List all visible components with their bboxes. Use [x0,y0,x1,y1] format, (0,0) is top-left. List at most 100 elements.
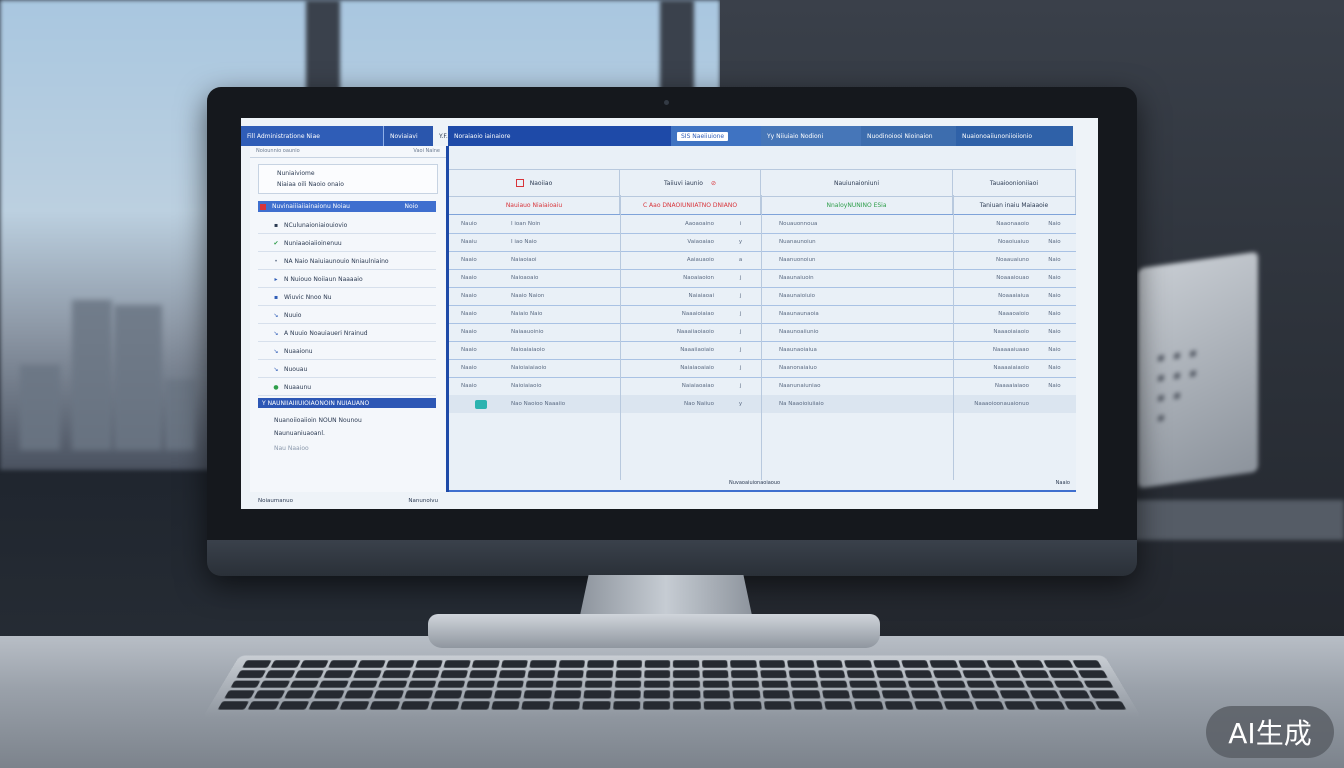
keyboard-key [759,660,786,667]
keyboard-key [761,680,788,688]
keyboard-key [242,660,272,667]
sidebar-item[interactable]: ● Nuaaunu [258,380,436,396]
table-header-row: Naoiiao Taiiuvi iaunio ⊘ Nauiunaioniuni T… [449,169,1076,197]
table-cell: Naioaoaio [507,269,620,287]
sidebar-item[interactable]: ▸ N Nuiouo Noiiaun Naaaaio [258,272,436,288]
keyboard-key [278,701,309,709]
column-header[interactable]: Naoiiao [449,170,620,196]
arrow-icon: ↘ [272,313,280,319]
keyboard-key [674,701,701,709]
keyboard-key [400,701,430,709]
sidebar-toolbar-right[interactable]: Vaoi Naine [413,148,440,157]
keyboard-key [673,691,700,699]
table-row[interactable]: Nauio I ioan Noin Aaoaoaino i Nouauonnoua Naa… [449,215,1076,234]
keyboard-key [875,670,903,678]
tab-c[interactable]: Y.F. [433,126,448,146]
sidebar-item[interactable]: ↘ Nuouau [258,362,436,378]
menu-item-1[interactable]: Yy Niiuiaio Nodioni [761,126,861,146]
tab-b[interactable]: Noviaiavi [383,126,433,146]
table-cell [1033,395,1076,413]
table-cell: j [720,359,761,377]
keyboard-key [904,670,933,678]
sidebar-item[interactable]: Nau Naaioo [258,440,436,456]
table-subheader-row: Nauiauo Niaiaioaiu C Aao DNAOIUNIIATNO D… [449,196,1076,215]
table-cell: j [720,323,761,341]
table-footer-right[interactable]: Naaio [1056,480,1070,486]
menu-item-3[interactable]: Nuaionoaiiunoniioiionio [956,126,1073,146]
sidebar-toolbar-left[interactable]: Noiounnio oaunio [256,148,300,157]
sidebar-item[interactable]: ↘ Nuuio [258,308,436,324]
table-row[interactable]: Naaio Naiaauoinio Naaaiiaoiaoio j Naaunoaiiu… [449,323,1076,342]
sidebar-item-label: A Nuuio Noauiaueri Nrainud [284,330,368,337]
sidebar-footer-right[interactable]: Nanunoivu [408,498,438,508]
keyboard-key [849,680,877,688]
calendar-dot [1174,353,1180,360]
keyboard-key [704,701,732,709]
keyboard-key [1020,670,1050,678]
table-row[interactable]: Naaio Naioiaiaiaoio Naiaiaoaiaio j Naanonaia… [449,359,1076,378]
keyboard-key [411,670,440,678]
keyboard-key [878,680,907,688]
table-row[interactable]: Naaio Naiaio Naio Naaaioiaiao j Naaunaunaoia… [449,305,1076,324]
sidebar-item-label: Nau Naaioo [274,445,309,452]
keyboard-key [408,680,437,688]
keyboard-key [440,670,468,678]
menu-item-2[interactable]: Nuodinoiooi Nioinaion [861,126,956,146]
sidebar-item-selected[interactable]: Y NAUNIIAIIIUIOIAONOIN NUIAUANO [258,398,436,408]
keyboard-key [884,701,914,709]
table-cell: Naaunaiuoin [761,269,953,287]
table-cell: j [720,377,761,395]
table-cell: Naiaauoinio [507,323,620,341]
keyboard-key [881,691,910,699]
column-header[interactable]: Taiiuvi iaunio ⊘ [620,170,761,196]
select-all-checkbox[interactable] [516,179,524,187]
keyboard-key [644,691,671,699]
keyboard-key [907,680,936,688]
table-row[interactable]: Naaiu I iao Naio Vaiaoaiao y Nuanaunoiun Noao… [449,233,1076,252]
background-building [20,365,60,450]
sidebar-item[interactable]: ↘ Nuaaionu [258,344,436,360]
column-header[interactable]: Tauaioonioniiaoi [953,170,1076,196]
sidebar-item[interactable]: ▪ Wiuvic Nnoo Nu [258,290,436,306]
sidebar-item[interactable]: ↘ A Nuuio Noauiaueri Nrainud [258,326,436,342]
app-title[interactable]: Fill Administratione Niae [241,126,383,146]
sidebar-item[interactable]: Naunuaniuaoanl. [258,425,436,441]
sidebar-item[interactable]: ✔ Nuniaaoiaiioinenuu [258,236,436,252]
table-row[interactable]: Naaio Naaio Naion Naiaiaoai j Naaunaioiuio No… [449,287,1076,306]
keyboard-key [962,670,991,678]
keyboard-key [582,701,610,709]
sidebar-item[interactable]: ▪ NCulunaioniaiouiovio [258,218,436,234]
keyboard-key [958,660,987,667]
keyboard-key [437,680,466,688]
keyboard-key [824,701,853,709]
table-cell: Naanuonoiun [761,251,953,269]
table-cell: j [720,287,761,305]
table-row[interactable]: Naaio Naioiaiaoio Naiaiaoaiao j Naanunaiunia… [449,377,1076,396]
table-row[interactable]: Naaio Naioaoaio Naoaiaoion j Naaunaiuoin Noaa… [449,269,1076,288]
desk-calendar [1138,252,1258,489]
alert-marker-icon [260,204,266,210]
table-row[interactable]: Naaio Naiaoiaoi Aaiauaoio a Naanuonoiun Noaau… [449,251,1076,270]
keyboard-key [526,680,554,688]
sidebar-item-label: NA Naio Naiuiaunouio Nniaulniaino [284,258,389,265]
keyboard-key [794,701,823,709]
bullet-icon: ▪ [272,223,280,229]
sidebar-item[interactable]: • NA Naio Naiuiaunouio Nniaulniaino [258,254,436,270]
keyboard-key [1083,680,1114,688]
keyboard-key [644,670,670,678]
table-cell: Naaiu [449,233,507,251]
column-header[interactable]: Nauiunaioniuni [761,170,953,196]
keyboard-key [522,701,551,709]
table-footer: Nuvaoaiuionaoiaouo Naaio [449,480,1076,492]
background-building [114,305,162,450]
keyboard-key [734,701,762,709]
keyboard-key [224,691,255,699]
sidebar-item-active[interactable]: Nuvinaiiiaiiainaionu Noiau Noio [258,201,436,212]
column-header-label: Tauaioonioniiaoi [990,180,1038,187]
sidebar-footer-left[interactable]: Noiaumanuo [258,498,293,508]
background-building [72,300,112,450]
table-row-summary[interactable]: Nao Naoioo Naaaiio Nao Naiiuo y Na Naaoi… [449,395,1076,413]
keyboard-key [415,660,443,667]
table-row[interactable]: Naaio Naioaiaiaoio Naaaiiaoiaio j Naaunaoiai… [449,341,1076,360]
search-field[interactable]: SIS Naeiiuione [671,126,761,146]
